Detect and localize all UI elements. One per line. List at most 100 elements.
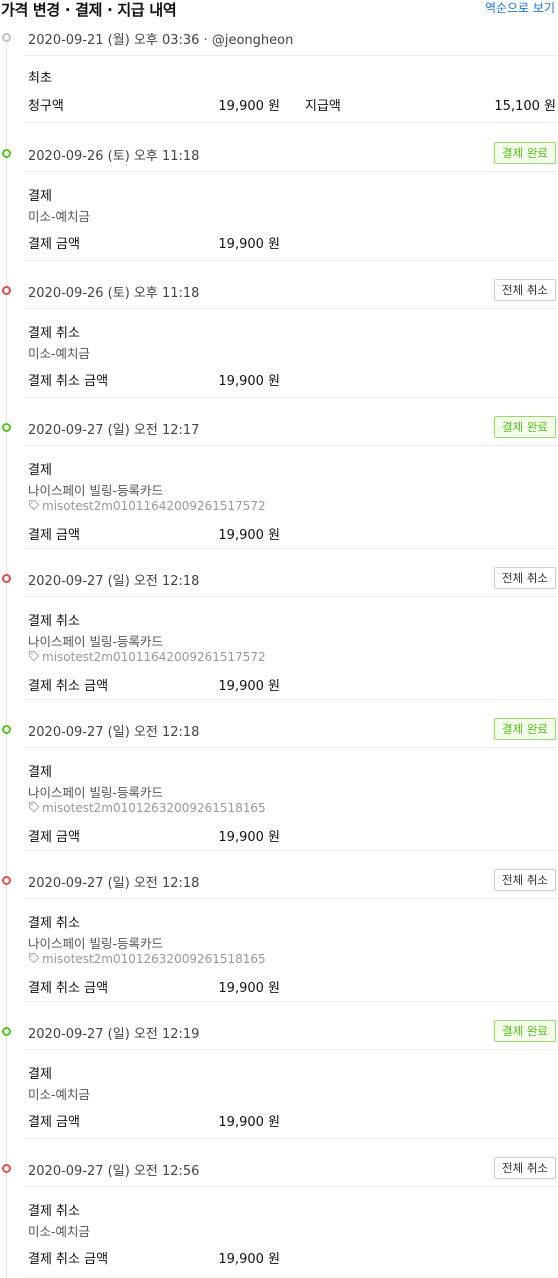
transaction-id-text: misotest2m01012632009261518165 bbox=[42, 952, 266, 966]
payment-method: 나이스페이 빌링-등록카드 bbox=[28, 483, 163, 498]
transaction-id: misotest2m01011642009261517572 bbox=[28, 499, 266, 513]
divider bbox=[24, 171, 558, 172]
timeline-dot-icon bbox=[2, 423, 11, 432]
event-header: 2020-09-27 (일) 오전 12:56 전체 취소 bbox=[0, 1153, 558, 1183]
timeline-event: 2020-09-26 (토) 오후 11:18 전체 취소 결제 취소 미소-예치금 결… bbox=[0, 275, 558, 398]
event-header: 2020-09-27 (일) 오전 12:18 전체 취소 bbox=[0, 563, 558, 593]
timeline-dot-icon bbox=[2, 1027, 11, 1036]
divider bbox=[24, 548, 558, 549]
divider bbox=[24, 122, 558, 123]
divider bbox=[24, 1138, 558, 1139]
divider bbox=[24, 1049, 558, 1050]
tag-icon bbox=[28, 952, 40, 964]
cancel-all-button[interactable]: 전체 취소 bbox=[494, 869, 556, 891]
timeline-dot-icon bbox=[2, 149, 11, 158]
event-type: 결제 취소 bbox=[28, 916, 80, 931]
transaction-id-text: misotest2m01012632009261518165 bbox=[42, 801, 266, 815]
event-header: 2020-09-26 (토) 오후 11:18 전체 취소 bbox=[0, 275, 558, 305]
amount-value: 19,900 원 bbox=[218, 1115, 280, 1130]
timeline-event: 2020-09-27 (일) 오전 12:17 결제 완료 결제 나이스페이 빌링-등… bbox=[0, 412, 558, 549]
tag-icon bbox=[28, 801, 40, 813]
divider bbox=[24, 1186, 558, 1187]
amount-value: 19,900 원 bbox=[218, 237, 280, 252]
amount-value: 19,900 원 bbox=[218, 679, 280, 694]
event-type: 결제 취소 bbox=[28, 614, 80, 629]
payment-method: 나이스페이 빌링-등록카드 bbox=[28, 785, 163, 800]
timeline-dot-icon bbox=[2, 725, 11, 734]
amount-label: 결제 취소 금액 bbox=[28, 1252, 109, 1267]
timeline-event: 2020-09-27 (일) 오전 12:18 전체 취소결제 취소나이스페이 빌… bbox=[0, 865, 558, 1002]
event-date: 2020-09-27 (일) 오전 12:18 bbox=[28, 574, 200, 589]
status-badge-complete: 결제 완료 bbox=[494, 1020, 556, 1042]
event-date: 2020-09-26 (토) 오후 11:18 bbox=[28, 286, 200, 301]
payment-method: 미소-예치금 bbox=[28, 346, 91, 361]
cancel-all-button[interactable]: 전체 취소 bbox=[494, 567, 556, 589]
amount-value: 19,900 원 bbox=[218, 1252, 280, 1267]
status-badge-complete: 결제 완료 bbox=[494, 142, 556, 164]
divider bbox=[24, 898, 558, 899]
event-date: 2020-09-27 (일) 오전 12:18 bbox=[28, 725, 200, 740]
timeline-event: 2020-09-27 (일) 오전 12:18 전체 취소결제 취소나이스페이 빌… bbox=[0, 563, 558, 700]
divider bbox=[24, 850, 558, 851]
amount-value: 19,900 원 bbox=[218, 830, 280, 845]
amount-label: 결제 금액 bbox=[28, 237, 80, 252]
payment-method: 미소-예치금 bbox=[28, 209, 91, 224]
transaction-id: misotest2m01012632009261518165 bbox=[28, 952, 266, 966]
event-header: 2020-09-21 (월) 오후 03:36 · @jeongheon bbox=[0, 22, 558, 52]
transaction-id-text: misotest2m01011642009261517572 bbox=[42, 499, 266, 513]
event-date: 2020-09-27 (일) 오전 12:17 bbox=[28, 423, 200, 438]
divider bbox=[24, 1001, 558, 1002]
amount-label: 결제 취소 금액 bbox=[28, 981, 109, 996]
event-header: 2020-09-27 (일) 오전 12:19 결제 완료 bbox=[0, 1016, 558, 1046]
timeline-event: 2020-09-27 (일) 오전 12:19 결제 완료결제미소-예치금결제 금… bbox=[0, 1016, 558, 1139]
reverse-order-link[interactable]: 역순으로 보기 bbox=[485, 0, 555, 16]
event-header: 2020-09-27 (일) 오전 12:18 전체 취소 bbox=[0, 865, 558, 895]
event-header: 2020-09-26 (토) 오후 11:18 결제 완료 bbox=[0, 138, 558, 168]
divider bbox=[24, 596, 558, 597]
divider bbox=[24, 260, 558, 261]
timeline-dot-icon bbox=[2, 574, 11, 583]
timeline-event: 2020-09-21 (월) 오후 03:36 · @jeongheon 최초 청구… bbox=[0, 22, 558, 123]
timeline-dot-icon bbox=[2, 286, 11, 295]
divider bbox=[24, 445, 558, 446]
event-date: 2020-09-26 (토) 오후 11:18 bbox=[28, 149, 200, 164]
amount-value: 19,900 원 bbox=[218, 528, 280, 543]
event-date: 2020-09-21 (월) 오후 03:36 · @jeongheon bbox=[28, 33, 294, 48]
timeline-dot-icon bbox=[2, 876, 11, 885]
cancel-all-button[interactable]: 전체 취소 bbox=[494, 1157, 556, 1179]
cancel-all-button[interactable]: 전체 취소 bbox=[494, 279, 556, 301]
charge-label: 청구액 bbox=[28, 99, 64, 114]
amount-value: 19,900 원 bbox=[218, 374, 280, 389]
event-date: 2020-09-27 (일) 오전 12:56 bbox=[28, 1164, 200, 1179]
amount-label: 결제 금액 bbox=[28, 1115, 80, 1130]
event-type: 결제 bbox=[28, 765, 52, 780]
divider bbox=[24, 397, 558, 398]
payment-method: 미소-예치금 bbox=[28, 1087, 91, 1102]
event-type: 결제 bbox=[28, 463, 52, 478]
payment-method: 나이스페이 빌링-등록카드 bbox=[28, 936, 163, 951]
page-header: 가격 변경 · 결제 · 지급 내역 역순으로 보기 bbox=[0, 0, 558, 20]
event-date: 2020-09-27 (일) 오전 12:19 bbox=[28, 1027, 200, 1042]
divider bbox=[24, 747, 558, 748]
divider bbox=[24, 55, 558, 56]
timeline-event: 2020-09-26 (토) 오후 11:18 결제 완료결제미소-예치금결제 금… bbox=[0, 138, 558, 261]
amount-label: 결제 취소 금액 bbox=[28, 374, 109, 389]
event-type: 결제 bbox=[28, 189, 52, 204]
timeline-event: 2020-09-27 (일) 오전 12:18 결제 완료결제나이스페이 빌링-등… bbox=[0, 714, 558, 851]
page-title: 가격 변경 · 결제 · 지급 내역 bbox=[1, 1, 177, 19]
paid-label: 지급액 bbox=[305, 99, 341, 114]
amount-value: 19,900 원 bbox=[218, 981, 280, 996]
event-date: 2020-09-27 (일) 오전 12:18 bbox=[28, 876, 200, 891]
paid-value: 15,100 원 bbox=[494, 99, 556, 114]
amount-label: 결제 취소 금액 bbox=[28, 679, 109, 694]
event-type: 결제 bbox=[28, 1067, 52, 1082]
payment-method: 나이스페이 빌링-등록카드 bbox=[28, 634, 163, 649]
tag-icon bbox=[28, 499, 40, 511]
event-header: 2020-09-27 (일) 오전 12:18 결제 완료 bbox=[0, 714, 558, 744]
status-badge-complete: 결제 완료 bbox=[494, 718, 556, 740]
transaction-id: misotest2m01012632009261518165 bbox=[28, 801, 266, 815]
timeline-dot-icon bbox=[2, 33, 11, 42]
charge-value: 19,900 원 bbox=[218, 99, 280, 114]
tag-icon bbox=[28, 650, 40, 662]
amount-label: 결제 금액 bbox=[28, 528, 80, 543]
